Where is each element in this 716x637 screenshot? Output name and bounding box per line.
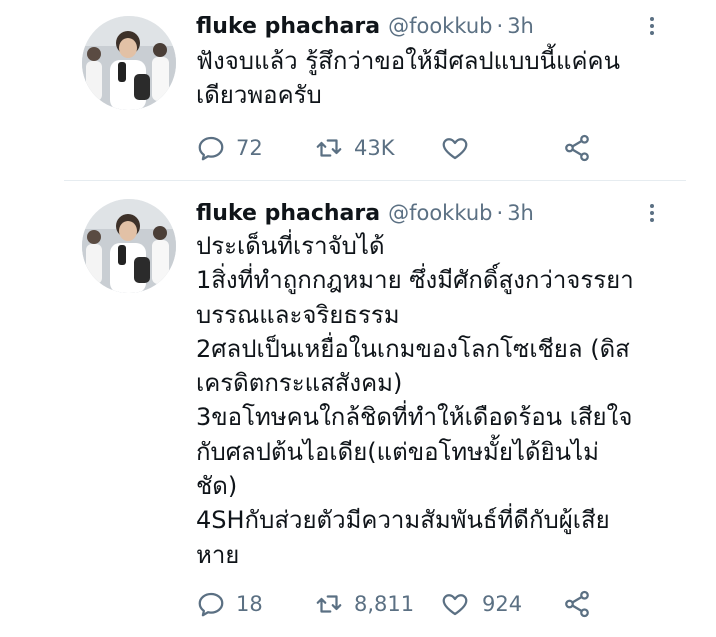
like-button[interactable] bbox=[440, 131, 480, 165]
reply-button[interactable]: 72 bbox=[196, 131, 263, 165]
user-handle[interactable]: @fookkub bbox=[388, 201, 492, 225]
display-name[interactable]: fluke phachara bbox=[196, 14, 380, 39]
heart-icon bbox=[442, 594, 468, 616]
user-handle[interactable]: @fookkub bbox=[388, 14, 492, 38]
retweet-icon bbox=[316, 595, 342, 613]
tweet-text: ประเด็นที่เราจับได้ 1สิ่งที่ทำถูกกฎหมาย … bbox=[196, 232, 634, 569]
tweet-header: fluke phachara @fookkub · 3h bbox=[196, 198, 534, 228]
tweet[interactable]: fluke phachara @fookkub · 3h ฟังจบแล้ว ร… bbox=[0, 0, 716, 180]
share-button[interactable] bbox=[562, 587, 592, 621]
heart-icon bbox=[442, 138, 468, 160]
separator-dot: · bbox=[496, 201, 504, 225]
avatar[interactable] bbox=[82, 16, 176, 110]
like-count: 924 bbox=[482, 592, 523, 616]
reply-count: 72 bbox=[236, 136, 263, 160]
tweet[interactable]: fluke phachara @fookkub · 3h ประเด็นที่เ… bbox=[0, 181, 716, 637]
tweet-text: ฟังจบแล้ว รู้สึกว่าขอให้มีศลปแบบนี้แค่คน… bbox=[196, 47, 620, 110]
separator-dot: · bbox=[496, 14, 504, 38]
tweet-actions: 18 8,811 924 bbox=[196, 587, 616, 621]
tweet-header: fluke phachara @fookkub · 3h bbox=[196, 11, 534, 41]
share-icon bbox=[565, 590, 589, 618]
tweet-actions: 72 43K bbox=[196, 131, 616, 165]
avatar[interactable] bbox=[82, 199, 176, 293]
more-options-icon[interactable] bbox=[640, 14, 664, 38]
timestamp[interactable]: 3h bbox=[507, 201, 534, 225]
retweet-count: 43K bbox=[354, 136, 395, 160]
avatar-photo bbox=[82, 16, 176, 110]
like-button[interactable]: 924 bbox=[440, 587, 522, 621]
reply-button[interactable]: 18 bbox=[196, 587, 263, 621]
reply-icon bbox=[198, 592, 224, 617]
share-icon bbox=[565, 134, 589, 162]
share-button[interactable] bbox=[562, 131, 592, 165]
display-name[interactable]: fluke phachara bbox=[196, 201, 380, 226]
timestamp[interactable]: 3h bbox=[507, 14, 534, 38]
reply-icon bbox=[198, 136, 224, 161]
retweet-button[interactable]: 43K bbox=[314, 131, 395, 165]
more-options-icon[interactable] bbox=[640, 201, 664, 225]
retweet-icon bbox=[316, 139, 342, 157]
reply-count: 18 bbox=[236, 592, 263, 616]
avatar-photo bbox=[82, 199, 176, 293]
retweet-button[interactable]: 8,811 bbox=[314, 587, 414, 621]
retweet-count: 8,811 bbox=[354, 592, 415, 616]
